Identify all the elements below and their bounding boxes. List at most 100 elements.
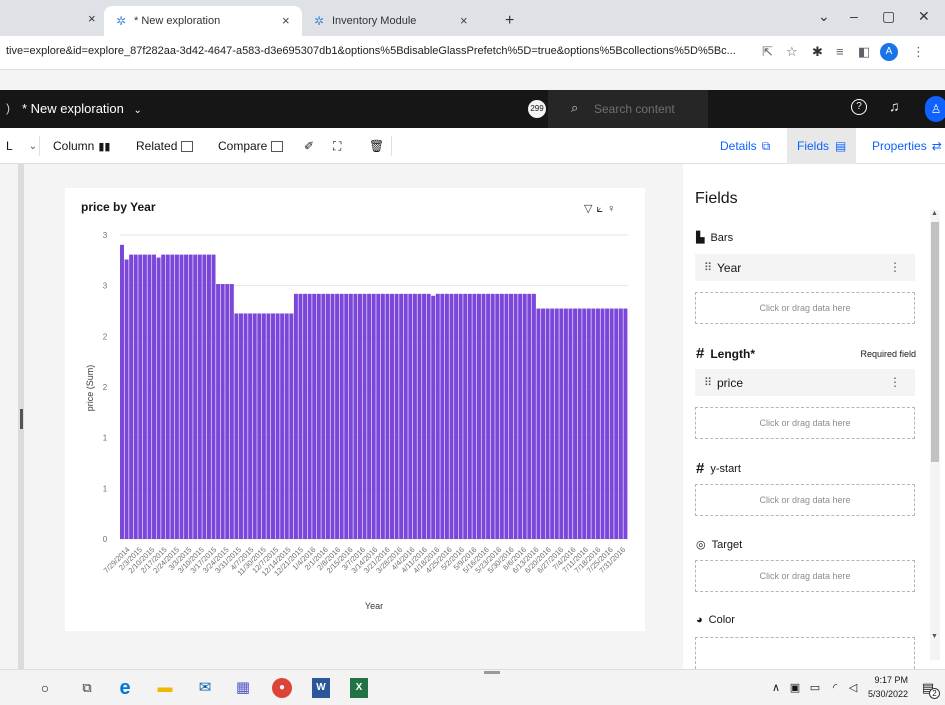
fields-tab[interactable]: Fields ▤	[787, 128, 857, 164]
filter-icon[interactable]: ▽	[584, 203, 596, 215]
url-field[interactable]: tive=explore&id=explore_87f282aa-3d42-46…	[6, 45, 756, 57]
close-window-icon[interactable]: ✕	[918, 8, 930, 25]
drag-handle-icon[interactable]: ⠿	[704, 376, 712, 389]
battery-icon[interactable]: ▭	[804, 678, 826, 698]
notifications-bell-icon[interactable]: ♫	[889, 98, 900, 114]
bookmark-star-icon[interactable]: ☆	[786, 44, 798, 60]
overflow-menu-icon[interactable]: ⋮	[889, 260, 901, 274]
field-pill-price[interactable]: ⠿ price ⋮	[695, 369, 915, 396]
bar-chart-icon: ▙	[696, 232, 705, 244]
bar	[367, 293, 372, 539]
search-circle-icon[interactable]: ○	[34, 678, 56, 698]
bar-chart[interactable]: 01122337/29/20142/3/20152/10/20152/17/20…	[65, 188, 645, 631]
file-explorer-icon[interactable]: ▬	[154, 678, 176, 698]
side-panel-icon[interactable]: ◧	[858, 44, 870, 60]
system-clock[interactable]: 9:17 PM 5/30/2022	[868, 673, 908, 701]
drop-zone-target[interactable]: Click or drag data here	[695, 560, 915, 592]
bar	[554, 308, 559, 539]
tab-inventory-module[interactable]: ✲ Inventory Module ×	[302, 6, 494, 36]
target-icon: ◎	[696, 539, 706, 551]
hash-icon: #	[696, 345, 705, 362]
bar	[161, 254, 166, 539]
y-tick-label: 3	[103, 282, 108, 291]
extensions-icon[interactable]: ✱	[812, 44, 823, 60]
tab-new-exploration[interactable]: ✲ * New exploration ×	[104, 6, 302, 36]
bar	[321, 293, 326, 539]
compare-button[interactable]: Compare	[218, 139, 284, 153]
properties-tab[interactable]: Properties ⇄	[862, 128, 945, 164]
bar	[454, 293, 459, 539]
section-length: # Length*	[696, 345, 755, 362]
user-avatar[interactable]: ♙	[925, 96, 945, 122]
excel-icon[interactable]: X	[350, 678, 368, 698]
bar	[252, 313, 257, 539]
chart-title: price by Year	[81, 200, 156, 214]
fullscreen-icon[interactable]: ⛶	[333, 139, 341, 154]
new-tab-button[interactable]: +	[505, 6, 514, 36]
bar	[568, 308, 573, 539]
clock-date: 5/30/2022	[868, 689, 909, 699]
word-icon[interactable]: W	[312, 678, 330, 698]
maximize-icon[interactable]: ▢	[882, 8, 895, 25]
bar	[307, 293, 312, 539]
minimize-icon[interactable]: –	[850, 8, 858, 24]
bar	[449, 293, 454, 539]
delete-icon[interactable]: 🗑	[369, 139, 384, 153]
browser-menu-icon[interactable]: ⋮	[912, 44, 925, 60]
bar	[357, 293, 362, 539]
exploration-title[interactable]: * New exploration ⌄	[22, 101, 142, 116]
drop-zone-length[interactable]: Click or drag data here	[695, 407, 915, 439]
mail-icon[interactable]: ✉	[194, 678, 216, 698]
edge-browser-icon[interactable]: e	[114, 678, 136, 698]
bar	[586, 308, 591, 539]
bar	[518, 293, 523, 539]
volume-icon[interactable]: ◁	[842, 678, 864, 698]
scrollbar-thumb[interactable]	[931, 222, 939, 462]
scroll-up-icon[interactable]: ▲	[931, 210, 938, 217]
field-pill-year[interactable]: ⠿ Year ⋮	[695, 254, 915, 281]
drag-handle-icon[interactable]: ⠿	[704, 261, 712, 274]
help-icon[interactable]: ?	[851, 99, 867, 115]
close-icon[interactable]: ×	[282, 13, 290, 28]
share-icon[interactable]: ⇱	[762, 44, 773, 60]
bar	[522, 293, 527, 539]
pin-icon[interactable]: ✐	[304, 139, 314, 153]
panel-scrollbar[interactable]: ▲ ▼	[930, 210, 940, 660]
search-box[interactable]: ⌕ Search content	[548, 90, 708, 128]
bar	[504, 293, 509, 539]
close-icon[interactable]: ×	[460, 13, 468, 28]
overflow-menu-icon[interactable]: ⋮	[889, 375, 901, 389]
resize-handle[interactable]	[20, 409, 23, 429]
drop-zone-color[interactable]	[695, 637, 915, 669]
related-button[interactable]: Related	[136, 139, 194, 153]
panel-title: Fields	[695, 190, 738, 207]
bar	[422, 293, 427, 539]
teams-icon[interactable]: ▦	[232, 678, 254, 698]
reading-list-icon[interactable]: ≡	[836, 44, 844, 59]
column-button[interactable]: Column ▮▮	[53, 139, 110, 153]
insight-icon[interactable]: ♀	[607, 203, 619, 215]
bar	[362, 293, 367, 539]
scroll-down-icon[interactable]: ▼	[931, 633, 938, 640]
chrome-icon[interactable]: ●	[272, 678, 292, 698]
notification-count-badge[interactable]: 299	[528, 100, 546, 118]
task-view-icon[interactable]: ⧉	[76, 678, 98, 698]
tab-close-prev[interactable]: ×	[88, 6, 96, 30]
bar	[509, 293, 513, 539]
details-tab[interactable]: Details ⧉	[710, 128, 780, 164]
bar	[618, 308, 623, 539]
browser-tab-strip: × ✲ * New exploration × ✲ Inventory Modu…	[0, 0, 945, 36]
profile-avatar[interactable]: A	[880, 43, 898, 61]
bar	[394, 293, 399, 539]
bar	[573, 308, 578, 539]
tab-search-icon[interactable]: ⌄	[818, 8, 830, 25]
cognos-favicon-icon: ✲	[313, 14, 325, 28]
notification-badge: 2	[929, 688, 940, 699]
search-input[interactable]: Search content	[594, 102, 675, 116]
tab-label: Inventory Module	[332, 15, 417, 27]
drop-zone-bars[interactable]: Click or drag data here	[695, 292, 915, 324]
drop-zone-y-start[interactable]: Click or drag data here	[695, 484, 915, 516]
tray-app-icon[interactable]: ▣	[784, 678, 806, 698]
toolbar-left-cut[interactable]: L ⌄	[6, 139, 37, 153]
trend-icon[interactable]: ⟀	[596, 203, 607, 215]
